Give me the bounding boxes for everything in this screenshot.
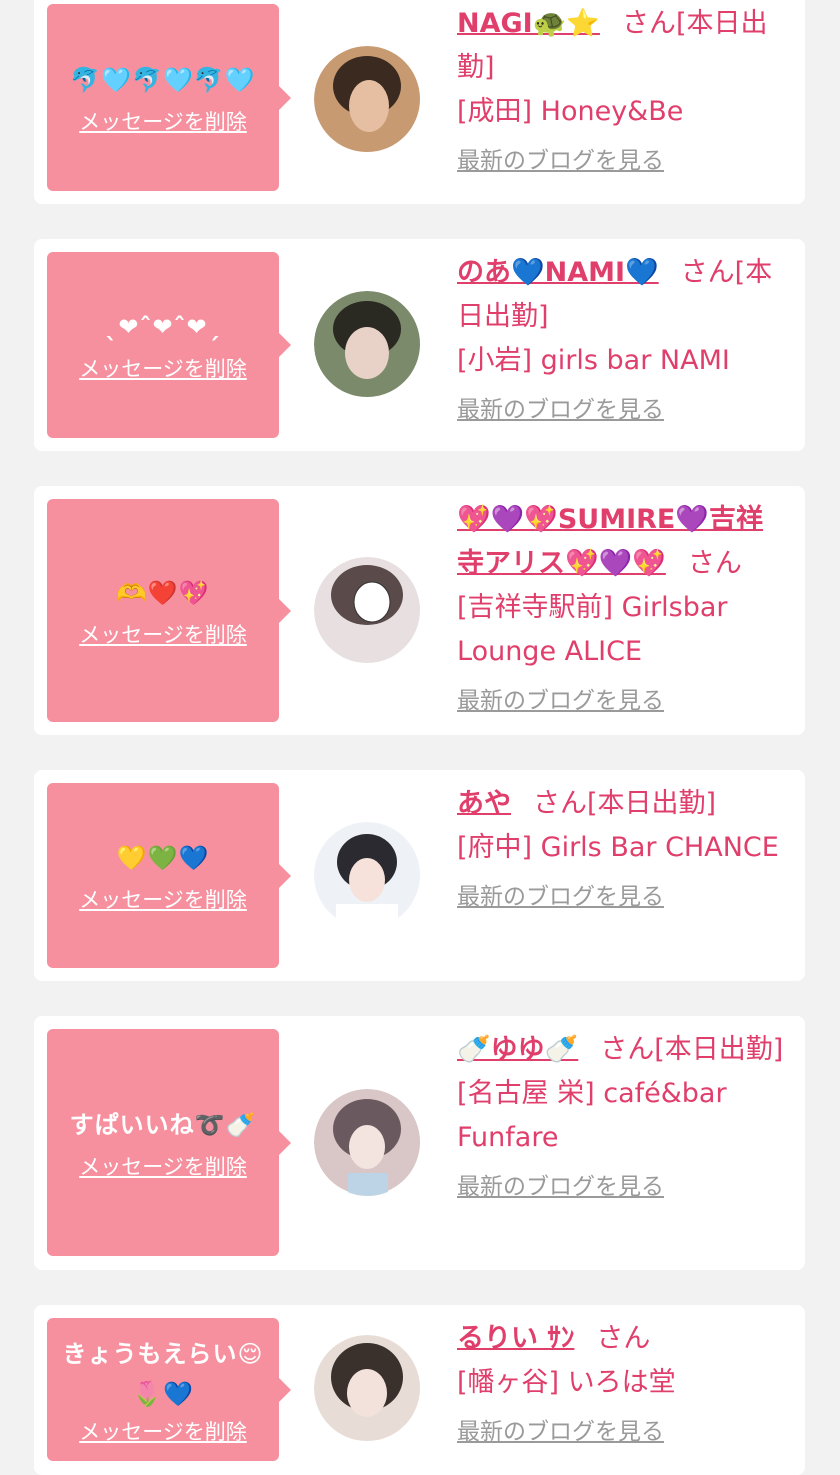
info: NAGI🐢⭐️ さん[本日出勤] [成田] Honey&Be 最新のブログを見る bbox=[457, 2, 787, 182]
message-bubble: すぱいいね➰🍼 メッセージを削除 bbox=[47, 1029, 291, 1256]
list-item: 🫶❤️💖 メッセージを削除 💖💜💖SUMIRE💜吉祥寺アリス💖💜💖 さん [吉祥寺… bbox=[34, 486, 805, 735]
blog-link[interactable]: 最新のブログを見る bbox=[457, 393, 664, 427]
shop: [府中] Girls Bar CHANCE bbox=[457, 832, 779, 863]
avatar[interactable] bbox=[314, 1335, 421, 1442]
blog-link[interactable]: 最新のブログを見る bbox=[457, 1415, 664, 1449]
honorific: さん bbox=[680, 257, 735, 288]
shop: [小岩] girls bar NAMI bbox=[457, 345, 730, 376]
message-bubble: 💛💚💙 メッセージを削除 bbox=[47, 783, 291, 968]
honorific: さん bbox=[596, 1323, 651, 1354]
honorific: さん bbox=[533, 788, 587, 819]
avatar[interactable] bbox=[314, 291, 421, 398]
list-item: 💛💚💙 メッセージを削除 あや さん[本日出勤] [府中] Girls Bar C… bbox=[34, 770, 805, 981]
honorific: さん bbox=[621, 8, 676, 39]
delete-message-link[interactable]: メッセージを削除 bbox=[79, 106, 247, 136]
shop: [名古屋 栄] café&bar Funfare bbox=[457, 1078, 727, 1153]
status: [本日出勤] bbox=[654, 1034, 784, 1065]
avatar[interactable] bbox=[314, 46, 421, 153]
delete-message-link[interactable]: メッセージを削除 bbox=[79, 353, 247, 383]
blog-link[interactable]: 最新のブログを見る bbox=[457, 684, 664, 718]
message-text: ˎ❤︎ˆ❤︎ˆ❤︎ˏ bbox=[105, 313, 221, 341]
blog-link[interactable]: 最新のブログを見る bbox=[457, 144, 664, 178]
message-bubble: ˎ❤︎ˆ❤︎ˆ❤︎ˏ メッセージを削除 bbox=[47, 252, 291, 438]
blog-link[interactable]: 最新のブログを見る bbox=[457, 1170, 664, 1204]
delete-message-link[interactable]: メッセージを削除 bbox=[79, 619, 247, 649]
message-text: すぱいいね➰🍼 bbox=[69, 1110, 257, 1139]
avatar[interactable] bbox=[314, 557, 421, 664]
message-bubble: きょうもえらい😌🌷💙 メッセージを削除 bbox=[47, 1318, 291, 1461]
info: 💖💜💖SUMIRE💜吉祥寺アリス💖💜💖 さん [吉祥寺駅前] Girlsbar L… bbox=[457, 498, 787, 722]
message-text: 🐬🩵🐬🩵🐬🩵 bbox=[70, 65, 256, 94]
name-link[interactable]: あや bbox=[457, 788, 511, 819]
honorific: さん bbox=[687, 548, 742, 579]
name-link[interactable]: のあ💙NAMI💙 bbox=[457, 257, 659, 288]
name-link[interactable]: 🍼ゆゆ🍼 bbox=[457, 1034, 578, 1065]
shop: [幡ヶ谷] いろは堂 bbox=[457, 1367, 676, 1398]
info: のあ💙NAMI💙 さん[本日出勤] [小岩] girls bar NAMI 最新の… bbox=[457, 251, 787, 431]
shop: [成田] Honey&Be bbox=[457, 96, 684, 127]
message-text: きょうもえらい😌🌷💙 bbox=[62, 1339, 264, 1408]
list-item: 🐬🩵🐬🩵🐬🩵 メッセージを削除 NAGI🐢⭐️ さん[本日出勤] [成田] Hon… bbox=[34, 0, 805, 204]
status: [本日出勤] bbox=[587, 788, 717, 819]
avatar[interactable] bbox=[314, 1089, 421, 1196]
honorific: さん bbox=[600, 1034, 655, 1065]
name-link[interactable]: るりい ｻﾝ bbox=[457, 1323, 574, 1354]
info: 🍼ゆゆ🍼 さん[本日出勤] [名古屋 栄] café&bar Funfare 最新… bbox=[457, 1028, 787, 1208]
message-bubble: 🐬🩵🐬🩵🐬🩵 メッセージを削除 bbox=[47, 4, 291, 191]
avatar[interactable] bbox=[314, 822, 421, 929]
shop: [吉祥寺駅前] Girlsbar Lounge ALICE bbox=[457, 592, 728, 667]
info: あや さん[本日出勤] [府中] Girls Bar CHANCE 最新のブログを… bbox=[457, 782, 787, 918]
delete-message-link[interactable]: メッセージを削除 bbox=[79, 1416, 247, 1446]
message-text: 🫶❤️💖 bbox=[116, 578, 210, 607]
blog-link[interactable]: 最新のブログを見る bbox=[457, 880, 664, 914]
delete-message-link[interactable]: メッセージを削除 bbox=[79, 1151, 247, 1181]
list-item: すぱいいね➰🍼 メッセージを削除 🍼ゆゆ🍼 さん[本日出勤] [名古屋 栄] ca… bbox=[34, 1016, 805, 1270]
list-item: きょうもえらい😌🌷💙 メッセージを削除 るりい ｻﾝ さん [幡ヶ谷] いろは堂 … bbox=[34, 1305, 805, 1475]
info: るりい ｻﾝ さん [幡ヶ谷] いろは堂 最新のブログを見る bbox=[457, 1317, 787, 1453]
name-link[interactable]: NAGI🐢⭐️ bbox=[457, 8, 600, 39]
message-text: 💛💚💙 bbox=[116, 843, 210, 872]
message-bubble: 🫶❤️💖 メッセージを削除 bbox=[47, 499, 291, 722]
delete-message-link[interactable]: メッセージを削除 bbox=[79, 884, 247, 914]
list-item: ˎ❤︎ˆ❤︎ˆ❤︎ˏ メッセージを削除 のあ💙NAMI💙 さん[本日出勤] [小岩… bbox=[34, 239, 805, 451]
